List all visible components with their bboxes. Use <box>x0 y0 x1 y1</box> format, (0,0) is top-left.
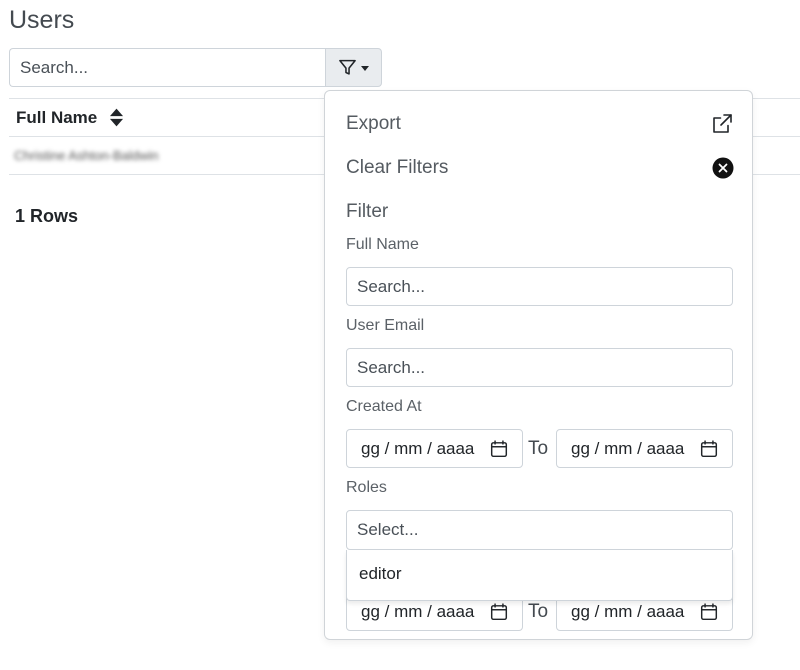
export-label: Export <box>346 113 401 134</box>
roles-filter-label: Roles <box>346 479 387 496</box>
calendar-icon[interactable] <box>490 439 508 458</box>
user-email-filter-label: User Email <box>346 317 425 334</box>
created-at-from-date-input[interactable]: gg / mm / aaaa <box>346 429 523 468</box>
close-circle-icon <box>712 157 734 179</box>
date-placeholder: gg / mm / aaaa <box>361 601 475 621</box>
clear-filters-label: Clear Filters <box>346 157 449 178</box>
calendar-icon[interactable] <box>490 602 508 621</box>
filter-dropdown-button[interactable] <box>325 48 382 87</box>
page-title: Users <box>9 6 75 34</box>
user-email-filter-input[interactable] <box>346 348 733 387</box>
roles-select-placeholder: Select... <box>357 520 419 539</box>
export-menu-item[interactable]: Export <box>346 107 734 141</box>
date-range-to-label: To <box>528 438 549 459</box>
rows-count: 1 Rows <box>15 206 79 226</box>
created-at-to-date-input[interactable]: gg / mm / aaaa <box>556 429 733 468</box>
column-header-label: Full Name <box>16 107 98 127</box>
search-input[interactable] <box>9 48 325 87</box>
date-placeholder: gg / mm / aaaa <box>571 601 685 621</box>
external-link-icon <box>710 112 734 136</box>
search-group <box>9 48 382 87</box>
roles-options-menu: editor <box>346 550 733 601</box>
filter-icon <box>338 58 357 77</box>
date-placeholder: gg / mm / aaaa <box>361 438 475 458</box>
full-name-filter-label: Full Name <box>346 236 419 253</box>
clear-filters-menu-item[interactable]: Clear Filters <box>346 151 734 185</box>
full-name-filter-input[interactable] <box>346 267 733 306</box>
chevron-down-icon <box>361 66 369 71</box>
date-range-to-label: To <box>528 601 549 622</box>
sort-icon[interactable] <box>109 108 124 127</box>
full-name-value: Christine Ashton-Baldwin <box>14 147 159 163</box>
filter-heading: Filter <box>346 201 389 222</box>
roles-select[interactable]: Select... <box>346 510 733 550</box>
calendar-icon[interactable] <box>700 439 718 458</box>
filter-dropdown-menu: Export Clear Filters Filter Full Name Us… <box>324 90 753 640</box>
created-at-filter-label: Created At <box>346 398 422 415</box>
calendar-icon[interactable] <box>700 602 718 621</box>
roles-option-editor[interactable]: editor <box>347 550 732 598</box>
date-placeholder: gg / mm / aaaa <box>571 438 685 458</box>
